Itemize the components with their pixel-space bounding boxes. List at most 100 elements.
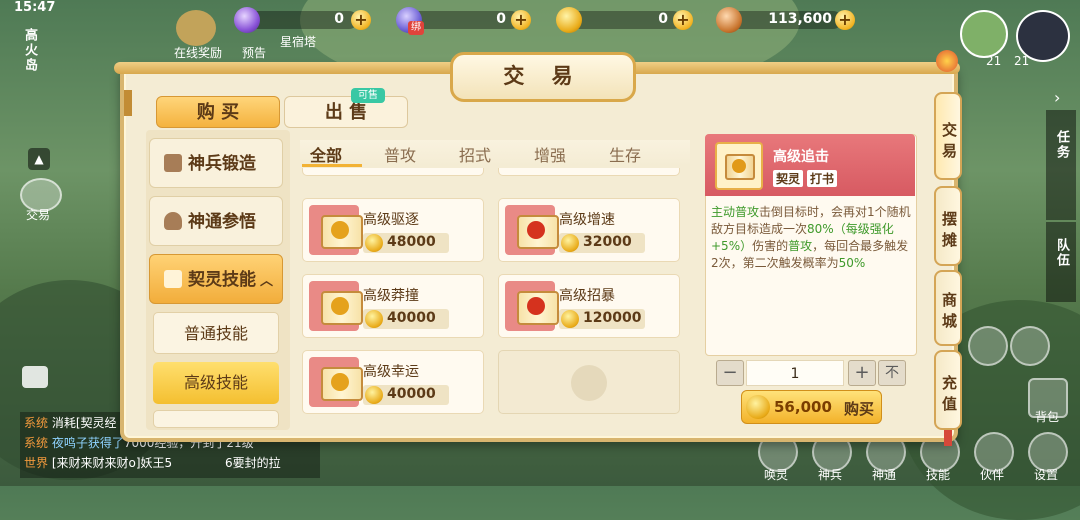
- item-name: 高级驱逐: [363, 212, 419, 228]
- detail-tag: 契灵: [773, 170, 804, 187]
- empty-slot: [498, 350, 680, 414]
- item-card[interactable]: 高级增速 32000: [498, 198, 680, 262]
- quest-tab-label: 任务: [1054, 130, 1069, 160]
- left-tassel: [124, 90, 132, 116]
- chat-text: 夜鸣子获得了: [51, 436, 124, 450]
- chevron-up-icon: ︿: [260, 274, 274, 289]
- item-description: 主动普攻击倒目标时，会再对1个随机敌方目标造成一次80%（每级强化+5%）伤害的…: [711, 204, 911, 272]
- weapon-label: 神兵: [817, 468, 842, 482]
- add-gold-button[interactable]: +: [673, 10, 693, 30]
- pet-avatar[interactable]: [960, 10, 1008, 58]
- filter-all[interactable]: 全部: [310, 142, 342, 166]
- skill-scroll-icon: [309, 205, 363, 255]
- expand-right-icon[interactable]: ›: [1054, 88, 1060, 107]
- copper-coin-icon: [716, 7, 742, 33]
- qty-minus-button[interactable]: −: [716, 360, 744, 386]
- panel-title: 交 易: [450, 52, 636, 102]
- resource-gold: 0 +: [556, 7, 696, 33]
- online-reward-label: 在线奖励: [174, 46, 223, 60]
- add-bound-jade-button[interactable]: +: [511, 10, 531, 30]
- collapse-icon[interactable]: ▲: [28, 148, 50, 170]
- side-tab-stall[interactable]: 摆摊: [934, 186, 962, 266]
- chat-extra: 6要封的拉: [225, 456, 281, 470]
- buy-button[interactable]: 56,000 购买: [741, 390, 882, 424]
- desc-part: 主动普攻: [711, 205, 760, 219]
- team-tab-label: 队伍: [1054, 238, 1069, 268]
- book-icon: [164, 270, 182, 288]
- item-card[interactable]: 高级莽撞 40000: [302, 274, 484, 338]
- quantity-input[interactable]: 1: [746, 360, 844, 386]
- item-card-partial[interactable]: [498, 168, 680, 176]
- filter-survival[interactable]: 生存: [609, 142, 641, 166]
- desc-part: 普攻: [788, 239, 813, 253]
- backpack-label: 背包: [1034, 410, 1059, 424]
- category-divine-study[interactable]: 神通参悟: [149, 196, 283, 246]
- meditate-icon: [164, 212, 182, 230]
- team-tab[interactable]: 队伍: [1046, 222, 1076, 302]
- chat-bubble-icon[interactable]: [22, 366, 48, 388]
- side-tab-mall[interactable]: 商城: [934, 270, 962, 346]
- sellable-badge: 可售: [351, 88, 385, 103]
- subcategory-normal-skills[interactable]: 普通技能: [153, 312, 279, 354]
- purple-jade-icon: [234, 7, 260, 33]
- skill-label: 技能: [925, 468, 950, 482]
- resource-value: 0: [496, 11, 506, 27]
- item-name: 高级招暴: [559, 288, 615, 304]
- empty-slot-icon: [571, 365, 607, 401]
- skill-scroll-icon: [505, 281, 559, 331]
- filter-moves[interactable]: 招式: [459, 142, 491, 166]
- side-tab-trade[interactable]: 交易: [934, 92, 962, 180]
- detail-item-name: 高级追击: [773, 149, 829, 165]
- gold-coin-icon: [365, 310, 383, 328]
- detail-scroll-icon: [715, 142, 763, 190]
- trade-hud-label: 交易: [26, 208, 51, 222]
- item-price-value: 120000: [583, 310, 642, 326]
- item-card-partial[interactable]: [302, 168, 484, 176]
- qty-max-button[interactable]: 不: [878, 360, 906, 386]
- subcategory-advanced-skills[interactable]: 高级技能: [153, 362, 279, 404]
- close-flower-icon[interactable]: [936, 50, 958, 72]
- item-price-value: 40000: [387, 386, 436, 402]
- subcategory-partial[interactable]: [153, 410, 279, 428]
- item-name: 高级幸运: [363, 364, 419, 380]
- bound-badge: 绑: [408, 21, 424, 35]
- item-name: 高级增速: [559, 212, 615, 228]
- auto-battle-icon[interactable]: [968, 326, 1008, 366]
- filter-enhance[interactable]: 增强: [534, 142, 566, 166]
- tab-buy[interactable]: 购 买: [156, 96, 280, 128]
- qty-plus-button[interactable]: +: [848, 360, 876, 386]
- tab-sell[interactable]: 出 售: [284, 96, 408, 128]
- star-tower-label: 星宿塔: [280, 35, 317, 49]
- category-label: 神兵锻造: [188, 154, 256, 174]
- quest-tab[interactable]: 任务: [1046, 110, 1076, 220]
- add-purple-jade-button[interactable]: +: [351, 10, 371, 30]
- gold-coin-icon: [365, 386, 383, 404]
- resource-copper: 113,600 +: [716, 7, 856, 33]
- detail-tag: 打书: [807, 170, 838, 187]
- add-copper-button[interactable]: +: [835, 10, 855, 30]
- companion-avatar-icon[interactable]: [1010, 326, 1050, 366]
- filter-normal-attack[interactable]: 普攻: [384, 142, 416, 166]
- island-name: 高火岛: [22, 28, 37, 73]
- item-card[interactable]: 高级驱逐 48000: [302, 198, 484, 262]
- filter-active-underline: [302, 164, 362, 167]
- gold-coin-icon: [561, 234, 579, 252]
- skill-scroll-icon: [309, 357, 363, 407]
- online-reward-icon[interactable]: [176, 10, 216, 46]
- category-label: 契灵技能: [188, 270, 256, 290]
- category-pet-skills[interactable]: 契灵技能 ︿: [149, 254, 283, 304]
- right-tassel: [944, 430, 952, 446]
- divine-label: 神通: [871, 468, 896, 482]
- status-time: 15:47: [14, 0, 56, 15]
- item-price: 40000: [363, 385, 449, 405]
- item-card[interactable]: 高级招暴 120000: [498, 274, 680, 338]
- chat-channel: 世界: [24, 456, 49, 470]
- skill-scroll-icon: [505, 205, 559, 255]
- gold-ingot-icon: [556, 7, 582, 33]
- item-name: 高级莽撞: [363, 288, 419, 304]
- side-tab-recharge[interactable]: 充值: [934, 350, 962, 430]
- item-card[interactable]: 高级幸运 40000: [302, 350, 484, 414]
- chat-channel: 系统: [24, 416, 49, 430]
- category-weapon-forge[interactable]: 神兵锻造: [149, 138, 283, 188]
- partner-label: 伙伴: [979, 468, 1004, 482]
